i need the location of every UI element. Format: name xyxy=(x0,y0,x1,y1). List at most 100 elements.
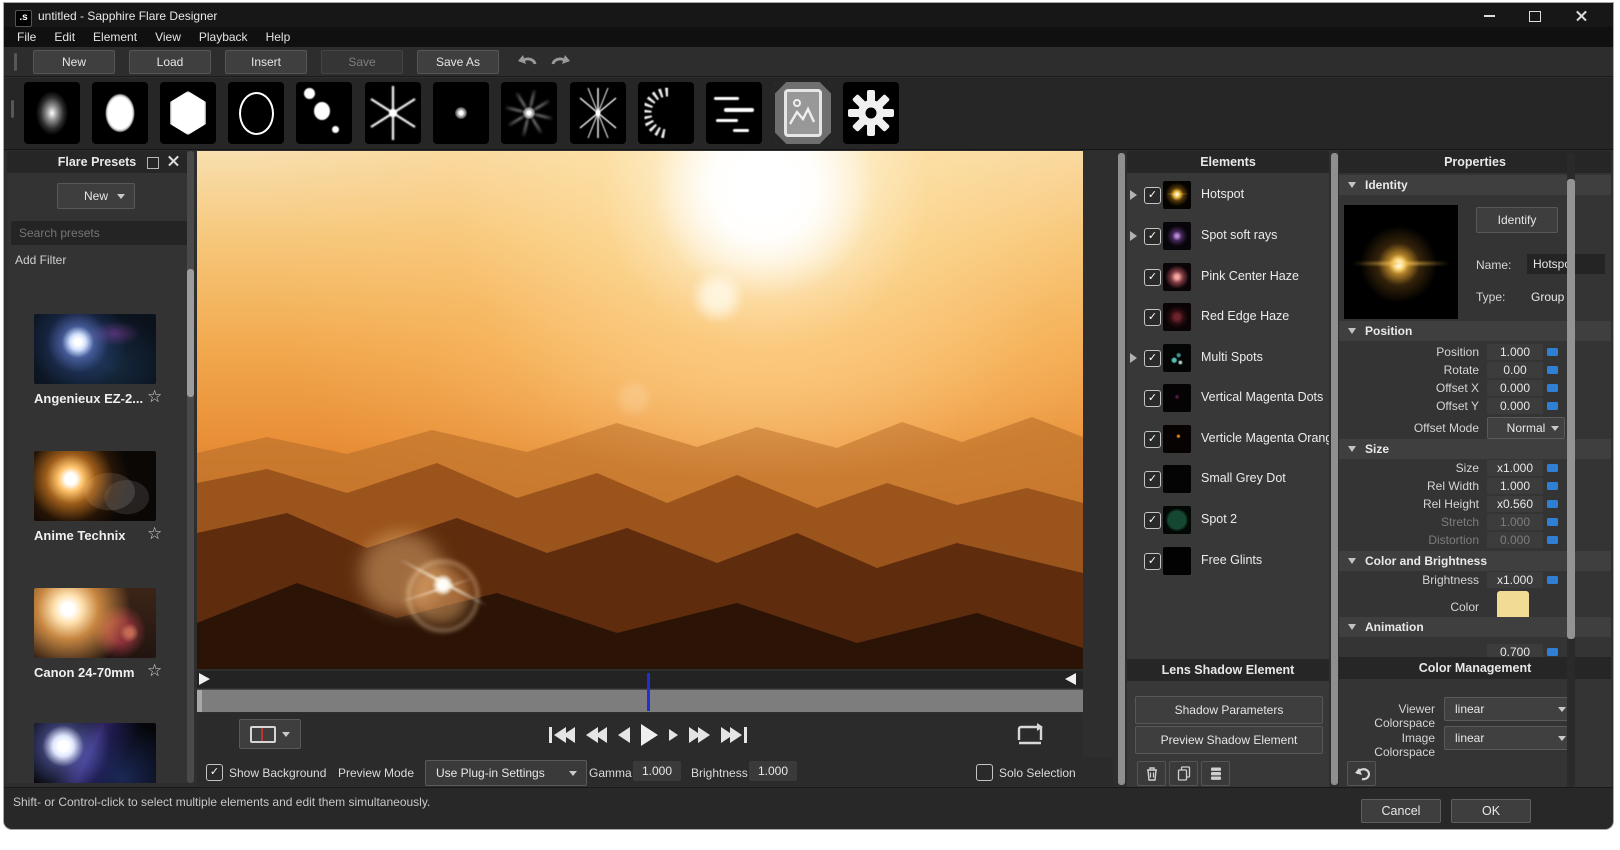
element-label[interactable]: Spot soft rays xyxy=(1201,228,1277,242)
close-button[interactable] xyxy=(1564,5,1598,27)
element-thumbnail[interactable] xyxy=(1163,384,1191,412)
viewer-colorspace-dropdown[interactable]: linear xyxy=(1444,697,1574,721)
flare-element-circle-icon[interactable] xyxy=(92,82,148,144)
flare-element-soft-rays-icon[interactable] xyxy=(501,82,557,144)
element-row[interactable]: ✓ Hotspot xyxy=(1127,182,1329,208)
element-row[interactable]: ✓ Vertical Magenta Dots xyxy=(1127,385,1329,411)
element-thumbnail[interactable] xyxy=(1163,303,1191,331)
element-visibility-checkbox[interactable]: ✓ xyxy=(1144,309,1161,326)
element-label[interactable]: Small Grey Dot xyxy=(1201,471,1286,485)
playhead[interactable] xyxy=(647,673,650,711)
element-thumbnail[interactable] xyxy=(1163,222,1191,250)
flare-preview-viewport[interactable] xyxy=(197,151,1083,669)
menu-edit[interactable]: Edit xyxy=(47,28,82,46)
favorite-star-icon[interactable]: ☆ xyxy=(147,524,162,544)
element-label[interactable]: Red Edge Haze xyxy=(1201,309,1289,323)
flare-element-star-glint-icon[interactable] xyxy=(365,82,421,144)
redo-icon[interactable] xyxy=(549,53,571,71)
range-end-marker[interactable] xyxy=(1065,673,1076,685)
add-filter-link[interactable]: Add Filter xyxy=(15,253,66,267)
expander-icon[interactable] xyxy=(1130,190,1137,200)
element-thumbnail[interactable] xyxy=(1163,547,1191,575)
param-value[interactable]: 1.000 xyxy=(1487,478,1543,494)
toolbar-grip[interactable] xyxy=(14,53,17,71)
flare-element-ray-burst-icon[interactable] xyxy=(433,82,489,144)
insert-button[interactable]: Insert xyxy=(225,50,307,74)
element-label[interactable]: Multi Spots xyxy=(1201,350,1263,364)
range-start-marker[interactable] xyxy=(199,673,210,685)
timeline-scrubber[interactable] xyxy=(197,689,1083,712)
loop-playback-icon[interactable] xyxy=(1015,721,1045,745)
param-value[interactable]: 1.000 xyxy=(1487,344,1543,360)
image-colorspace-dropdown[interactable]: linear xyxy=(1444,726,1574,750)
background-image-icon[interactable] xyxy=(775,82,831,144)
preset-name[interactable]: Anime Technix xyxy=(34,528,146,543)
save-as-button[interactable]: Save As xyxy=(417,50,499,74)
flare-element-hexagon-icon[interactable] xyxy=(160,82,216,144)
identify-button[interactable]: Identify xyxy=(1476,207,1558,233)
fast-forward-button[interactable] xyxy=(689,727,710,743)
flare-element-spots-icon[interactable] xyxy=(296,82,352,144)
element-row[interactable]: ✓ Multi Spots xyxy=(1127,345,1329,371)
view-mode-dropdown[interactable] xyxy=(239,719,301,749)
keyframe-indicator[interactable] xyxy=(1547,482,1558,490)
menu-element[interactable]: Element xyxy=(86,28,144,46)
preview-shadow-element-button[interactable]: Preview Shadow Element xyxy=(1135,726,1323,754)
shadow-parameters-button[interactable]: Shadow Parameters xyxy=(1135,696,1323,724)
duplicate-layers-button[interactable] xyxy=(1201,761,1230,786)
expander-icon[interactable] xyxy=(1130,353,1137,363)
keyframe-indicator[interactable] xyxy=(1547,464,1558,472)
panel-close-icon[interactable] xyxy=(167,153,180,169)
gamma-value[interactable]: 1.000 xyxy=(633,761,681,781)
element-name-field[interactable] xyxy=(1527,254,1605,274)
flare-element-spike-glints-icon[interactable] xyxy=(570,82,626,144)
reset-properties-button[interactable] xyxy=(1347,761,1376,786)
iconbar-grip[interactable] xyxy=(11,100,14,118)
settings-gear-icon[interactable] xyxy=(843,82,899,144)
presets-scrollbar-track[interactable] xyxy=(187,151,194,783)
elements-scrollbar[interactable] xyxy=(1118,153,1125,785)
preset-thumbnail[interactable] xyxy=(34,723,156,783)
go-to-end-button[interactable] xyxy=(721,727,747,743)
step-back-button[interactable] xyxy=(618,727,630,743)
keyframe-indicator[interactable] xyxy=(1547,576,1558,584)
element-visibility-checkbox[interactable]: ✓ xyxy=(1144,471,1161,488)
element-visibility-checkbox[interactable]: ✓ xyxy=(1144,350,1161,367)
element-row[interactable]: ✓ Free Glints xyxy=(1127,548,1329,574)
keyframe-indicator[interactable] xyxy=(1547,402,1558,410)
preset-thumbnail[interactable] xyxy=(34,588,156,658)
preset-thumbnail[interactable] xyxy=(34,451,156,521)
element-row[interactable]: ✓ Spot soft rays xyxy=(1127,223,1329,249)
element-visibility-checkbox[interactable]: ✓ xyxy=(1144,512,1161,529)
expander-icon[interactable] xyxy=(1130,231,1137,241)
go-to-start-button[interactable] xyxy=(549,727,575,743)
element-row[interactable]: ✓ Verticle Magenta Orange ... xyxy=(1127,426,1329,452)
element-label[interactable]: Free Glints xyxy=(1201,553,1262,567)
load-button[interactable]: Load xyxy=(129,50,211,74)
element-label[interactable]: Vertical Magenta Dots xyxy=(1201,390,1323,404)
favorite-star-icon[interactable]: ☆ xyxy=(147,661,162,681)
undo-icon[interactable] xyxy=(517,53,539,71)
keyframe-indicator[interactable] xyxy=(1547,648,1558,656)
preset-name[interactable]: Canon 24-70mm xyxy=(34,665,146,680)
param-value[interactable]: 0.700 xyxy=(1487,644,1543,657)
play-button[interactable] xyxy=(641,724,658,746)
solo-selection-checkbox[interactable] xyxy=(976,764,993,781)
param-value[interactable]: 0.000 xyxy=(1487,380,1543,396)
step-forward-button[interactable] xyxy=(669,729,678,741)
new-button[interactable]: New xyxy=(33,50,115,74)
preset-thumbnail[interactable] xyxy=(34,314,156,384)
ok-button[interactable]: OK xyxy=(1451,799,1531,823)
flare-element-glow-icon[interactable] xyxy=(24,82,80,144)
menu-playback[interactable]: Playback xyxy=(192,28,255,46)
element-thumbnail[interactable] xyxy=(1163,425,1191,453)
element-row[interactable]: ✓ Pink Center Haze xyxy=(1127,264,1329,290)
preset-name[interactable]: Angenieux EZ-2... xyxy=(34,391,146,406)
presets-scrollbar-thumb[interactable] xyxy=(187,269,194,397)
keyframe-indicator[interactable] xyxy=(1547,366,1558,374)
save-button[interactable]: Save xyxy=(321,50,403,74)
flare-element-streaks-icon[interactable] xyxy=(706,82,762,144)
show-background-checkbox[interactable]: ✓ xyxy=(206,764,223,781)
element-label[interactable]: Hotspot xyxy=(1201,187,1244,201)
element-thumbnail[interactable] xyxy=(1163,465,1191,493)
